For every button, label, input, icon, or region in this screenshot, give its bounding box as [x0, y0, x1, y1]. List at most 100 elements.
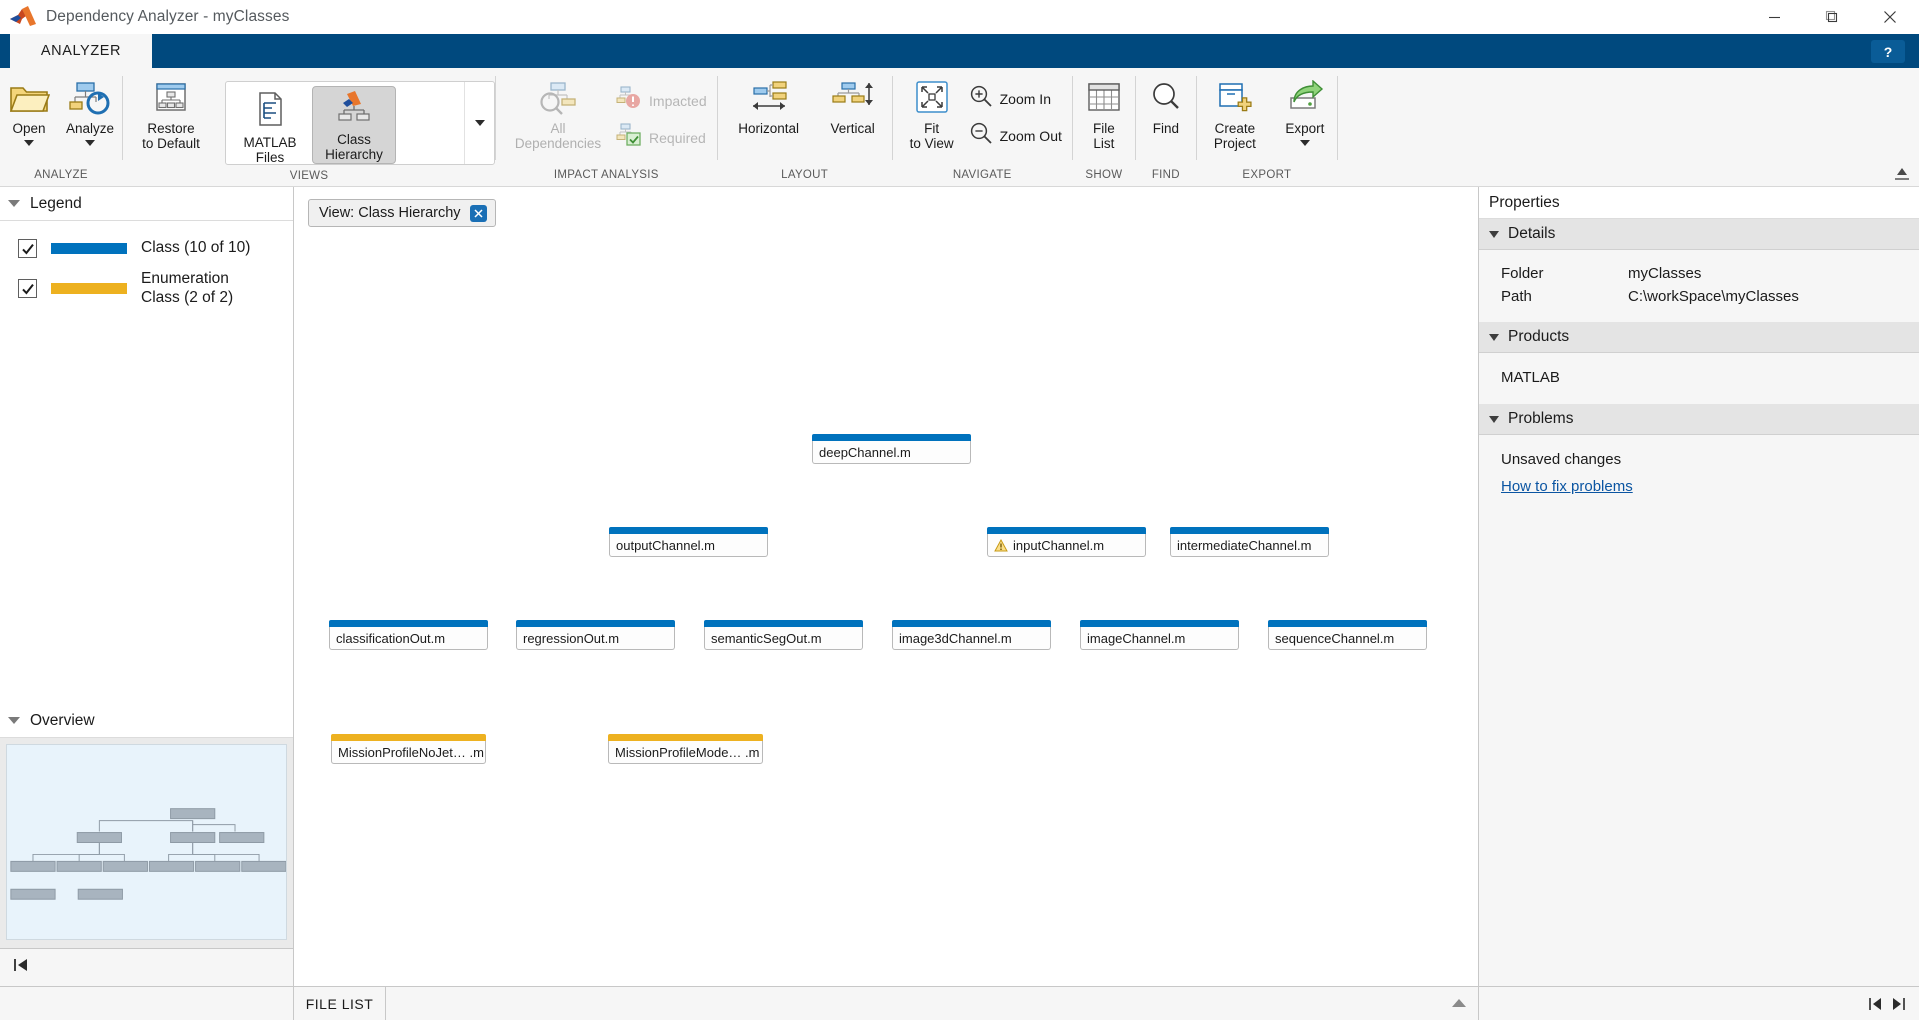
file-list-icon [1085, 78, 1123, 118]
chevron-down-icon[interactable] [1489, 333, 1499, 341]
ribbon-group-layout: Horizontal Vertical LAYOUT [718, 68, 892, 186]
nav-first-icon[interactable] [12, 957, 32, 978]
legend-item-class[interactable]: Class (10 of 10) [0, 233, 293, 264]
ribbon-group-show: File List SHOW [1073, 68, 1135, 186]
products-section-body: MATLAB [1479, 353, 1919, 404]
graph-edges [294, 187, 594, 337]
zoom-in-button[interactable]: Zoom In [963, 80, 1072, 117]
create-project-icon [1215, 78, 1255, 118]
graph-node-outputChannel[interactable]: outputChannel.m [609, 527, 768, 557]
ribbon-group-label-layout: LAYOUT [781, 169, 829, 181]
tab-analyzer[interactable]: ANALYZER [10, 34, 152, 68]
chevron-down-icon[interactable] [8, 200, 20, 207]
fit-to-view-label-1: Fit [924, 121, 940, 136]
file-list-tab[interactable]: FILE LIST [294, 987, 386, 1020]
products-section-header[interactable]: Products [1479, 322, 1919, 353]
graph-node-body[interactable]: imageChannel.m [1080, 627, 1239, 650]
analyze-button[interactable]: Analyze [58, 76, 122, 147]
graph-node-missionProfileNoJet[interactable]: MissionProfileNoJet… .m [331, 734, 486, 764]
class-hierarchy-label-2: Hierarchy [325, 147, 383, 163]
graph-node-regressionOut[interactable]: regressionOut.m [516, 620, 675, 650]
chevron-down-icon[interactable] [24, 140, 34, 147]
legend-item-enumeration-class[interactable]: Enumeration Class (2 of 2) [0, 264, 293, 314]
graph-node-type-bar [331, 734, 486, 741]
required-button[interactable]: Required [610, 119, 717, 156]
chevron-down-icon[interactable] [1489, 415, 1499, 423]
graph-node-body[interactable]: intermediateChannel.m [1170, 534, 1329, 557]
graph-node-classificationOut[interactable]: classificationOut.m [329, 620, 488, 650]
view-matlab-files-button[interactable]: MATLAB Files [228, 86, 312, 166]
chevron-down-icon[interactable] [8, 717, 20, 724]
graph-node-imageChannel[interactable]: imageChannel.m [1080, 620, 1239, 650]
graph-node-body[interactable]: semanticSegOut.m [704, 627, 863, 650]
graph-node-semanticSegOut[interactable]: semanticSegOut.m [704, 620, 863, 650]
graph-node-body[interactable]: image3dChannel.m [892, 627, 1051, 650]
graph-node-body[interactable]: MissionProfileMode… .m [608, 741, 763, 764]
legend-swatch-enumeration-class [51, 283, 127, 295]
maximize-icon[interactable] [1803, 0, 1861, 34]
chevron-down-icon[interactable] [85, 140, 96, 147]
fit-to-view-button[interactable]: Fit to View [901, 76, 963, 151]
details-section-header[interactable]: Details [1479, 219, 1919, 250]
minimize-icon[interactable] [1745, 0, 1803, 34]
graph-node-sequenceChannel[interactable]: sequenceChannel.m [1268, 620, 1427, 650]
bottom-bar-middle [386, 987, 1478, 1020]
graph-node-intermediateChannel[interactable]: intermediateChannel.m [1170, 527, 1329, 557]
zoom-in-icon [969, 84, 993, 113]
export-button[interactable]: Export [1273, 76, 1337, 147]
open-label: Open [12, 121, 46, 136]
graph-node-body[interactable]: inputChannel.m [987, 534, 1146, 557]
open-button[interactable]: Open [0, 76, 58, 147]
overview-body[interactable] [0, 738, 293, 948]
how-to-fix-problems-link[interactable]: How to fix problems [1479, 472, 1919, 499]
graph-node-body[interactable]: MissionProfileNoJet… .m [331, 741, 486, 764]
graph-node-body[interactable]: classificationOut.m [329, 627, 488, 650]
graph-node-image3dChannel[interactable]: image3dChannel.m [892, 620, 1051, 650]
bottom-bar-nav [1867, 996, 1907, 1017]
find-icon [1147, 78, 1185, 118]
chevron-up-icon[interactable] [1450, 996, 1468, 1015]
nav-prev-icon[interactable] [1867, 996, 1885, 1017]
graph-node-body[interactable]: outputChannel.m [609, 534, 768, 557]
ribbon-group-export: Create Project Export EXPORT [1197, 68, 1337, 186]
view-class-hierarchy-button[interactable]: Class Hierarchy [312, 86, 397, 164]
graph-node-label: inputChannel.m [1013, 537, 1105, 553]
overview-panel-header[interactable]: Overview [0, 704, 293, 738]
chevron-down-icon[interactable] [1489, 230, 1499, 238]
graph-node-missionProfileMode[interactable]: MissionProfileMode… .m [608, 734, 763, 764]
analyze-label: Analyze [66, 121, 115, 136]
views-gallery-more-button[interactable] [464, 82, 494, 164]
ribbon-collapse-button[interactable] [1893, 165, 1911, 183]
problems-section-header[interactable]: Problems [1479, 404, 1919, 435]
zoom-out-button[interactable]: Zoom Out [963, 117, 1072, 154]
ribbon-group-views: Restore to Default MATLAB Files Class Hi… [123, 68, 496, 186]
horizontal-layout-button[interactable]: Horizontal [724, 76, 814, 136]
restore-to-default-button[interactable]: Restore to Default [123, 76, 219, 151]
legend-panel-header[interactable]: Legend [0, 187, 293, 221]
create-project-label-1: Create [1214, 121, 1256, 136]
graph-node-deepChannel[interactable]: deepChannel.m [812, 434, 971, 464]
legend-checkbox-enumeration-class[interactable] [18, 279, 37, 299]
graph-canvas[interactable]: View: Class Hierarchy deepChannel.m outpu… [294, 187, 1478, 986]
details-folder-value: myClasses [1628, 265, 1702, 282]
graph-node-body[interactable]: deepChannel.m [812, 441, 971, 464]
file-list-button[interactable]: File List [1073, 76, 1135, 151]
legend-checkbox-class[interactable] [18, 239, 37, 258]
create-project-button[interactable]: Create Project [1197, 76, 1273, 151]
nav-next-icon[interactable] [1889, 996, 1907, 1017]
close-icon[interactable] [1861, 0, 1919, 34]
graph-node-body[interactable]: sequenceChannel.m [1268, 627, 1427, 650]
help-button[interactable]: ? [1871, 40, 1905, 63]
impacted-button[interactable]: Impacted [610, 82, 717, 119]
graph-node-inputChannel[interactable]: inputChannel.m [987, 527, 1146, 557]
horizontal-label: Horizontal [738, 121, 800, 136]
chevron-down-icon[interactable] [1299, 140, 1310, 147]
warning-icon [994, 538, 1008, 551]
graph-node-type-bar [1268, 620, 1427, 627]
ribbon-group-label-export: EXPORT [1242, 169, 1292, 181]
graph-node-body[interactable]: regressionOut.m [516, 627, 675, 650]
overview-minimap[interactable] [6, 744, 287, 940]
find-button[interactable]: Find [1136, 76, 1196, 136]
all-dependencies-button[interactable]: All Dependencies [506, 76, 610, 151]
vertical-layout-button[interactable]: Vertical [814, 76, 892, 136]
